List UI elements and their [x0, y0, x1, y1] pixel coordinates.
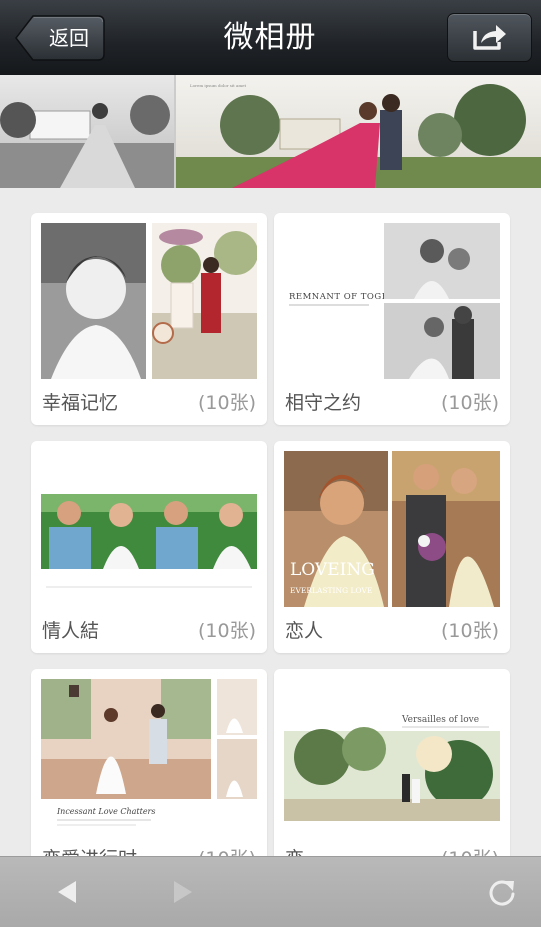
album-title: 恋人	[285, 620, 324, 642]
album-cover-caption: LOVEING	[290, 560, 375, 580]
triangle-right-icon	[174, 881, 192, 903]
back-nav-button[interactable]	[48, 872, 88, 912]
album-photo-count: (10张)	[197, 620, 256, 642]
share-button[interactable]	[447, 13, 532, 62]
album-cover-illustration: LOVEING EVERLASTING LOVE	[284, 451, 500, 607]
album-card[interactable]: REMNANT OF TOGETHER 相守之约 (10张)	[274, 213, 510, 425]
album-photo-count: (10张)	[440, 620, 499, 642]
banner-image[interactable]: Lorem ipsum dolor sit amet	[0, 75, 541, 188]
album-cover-illustration	[41, 451, 257, 607]
album-photo-count: (10张)	[198, 841, 256, 856]
page-title: 微相册	[223, 20, 317, 55]
banner-caption-text: Lorem ipsum dolor sit amet	[190, 83, 247, 88]
album-cover-caption: Incessant Love Chatters	[56, 807, 155, 816]
triangle-left-icon	[58, 881, 76, 903]
album-cover-illustration: REMNANT OF TOGETHER	[284, 223, 500, 379]
album-grid: 幸福记忆 (10张) REMNANT OF TOGETHER 相守之约 (10张…	[0, 188, 541, 856]
album-title: 幸福记忆	[42, 392, 119, 414]
album-title: 相守之约	[285, 392, 362, 414]
album-title: 情人結	[42, 620, 100, 642]
back-button[interactable]: 返回	[15, 15, 105, 61]
album-cover-photo: Versailles of love	[284, 679, 500, 835]
album-title: 恋爱进行时	[42, 841, 137, 856]
album-photo-count: (10张)	[197, 392, 256, 414]
album-cover-subcaption: EVERLASTING LOVE	[290, 586, 372, 595]
album-card[interactable]: 幸福记忆 (10张)	[31, 213, 267, 425]
album-cover-photo: LOVEING EVERLASTING LOVE	[284, 451, 500, 607]
album-photo-count: (10张)	[440, 392, 499, 414]
album-card[interactable]: LOVEING EVERLASTING LOVE 恋人 (10张)	[274, 441, 510, 653]
album-cover-illustration: Incessant Love Chatters	[41, 679, 257, 835]
album-photo-count: (10张)	[441, 841, 499, 856]
forward-nav-button[interactable]	[162, 872, 202, 912]
album-card[interactable]: Versailles of love 恋 (10张)	[274, 669, 510, 856]
album-card[interactable]: Incessant Love Chatters 恋爱进行时 (10张)	[31, 669, 267, 856]
top-navigation-bar: 返回 微相册	[0, 0, 541, 76]
album-title: 恋	[285, 841, 304, 856]
banner-photo-illustration: Lorem ipsum dolor sit amet	[0, 75, 541, 188]
album-cover-photo	[41, 223, 257, 379]
album-cover-photo: REMNANT OF TOGETHER	[284, 223, 500, 379]
bottom-toolbar	[0, 856, 541, 927]
album-cover-photo: Incessant Love Chatters	[41, 679, 257, 835]
share-icon	[473, 25, 506, 50]
album-cover-caption: Versailles of love	[401, 715, 479, 725]
album-cover-photo	[41, 451, 257, 607]
back-button-label: 返回	[49, 26, 89, 50]
album-cover-illustration: Versailles of love	[284, 679, 500, 835]
album-card[interactable]: 情人結 (10张)	[31, 441, 267, 653]
refresh-icon	[489, 880, 515, 906]
refresh-button[interactable]	[482, 872, 522, 912]
album-cover-illustration	[41, 223, 257, 379]
